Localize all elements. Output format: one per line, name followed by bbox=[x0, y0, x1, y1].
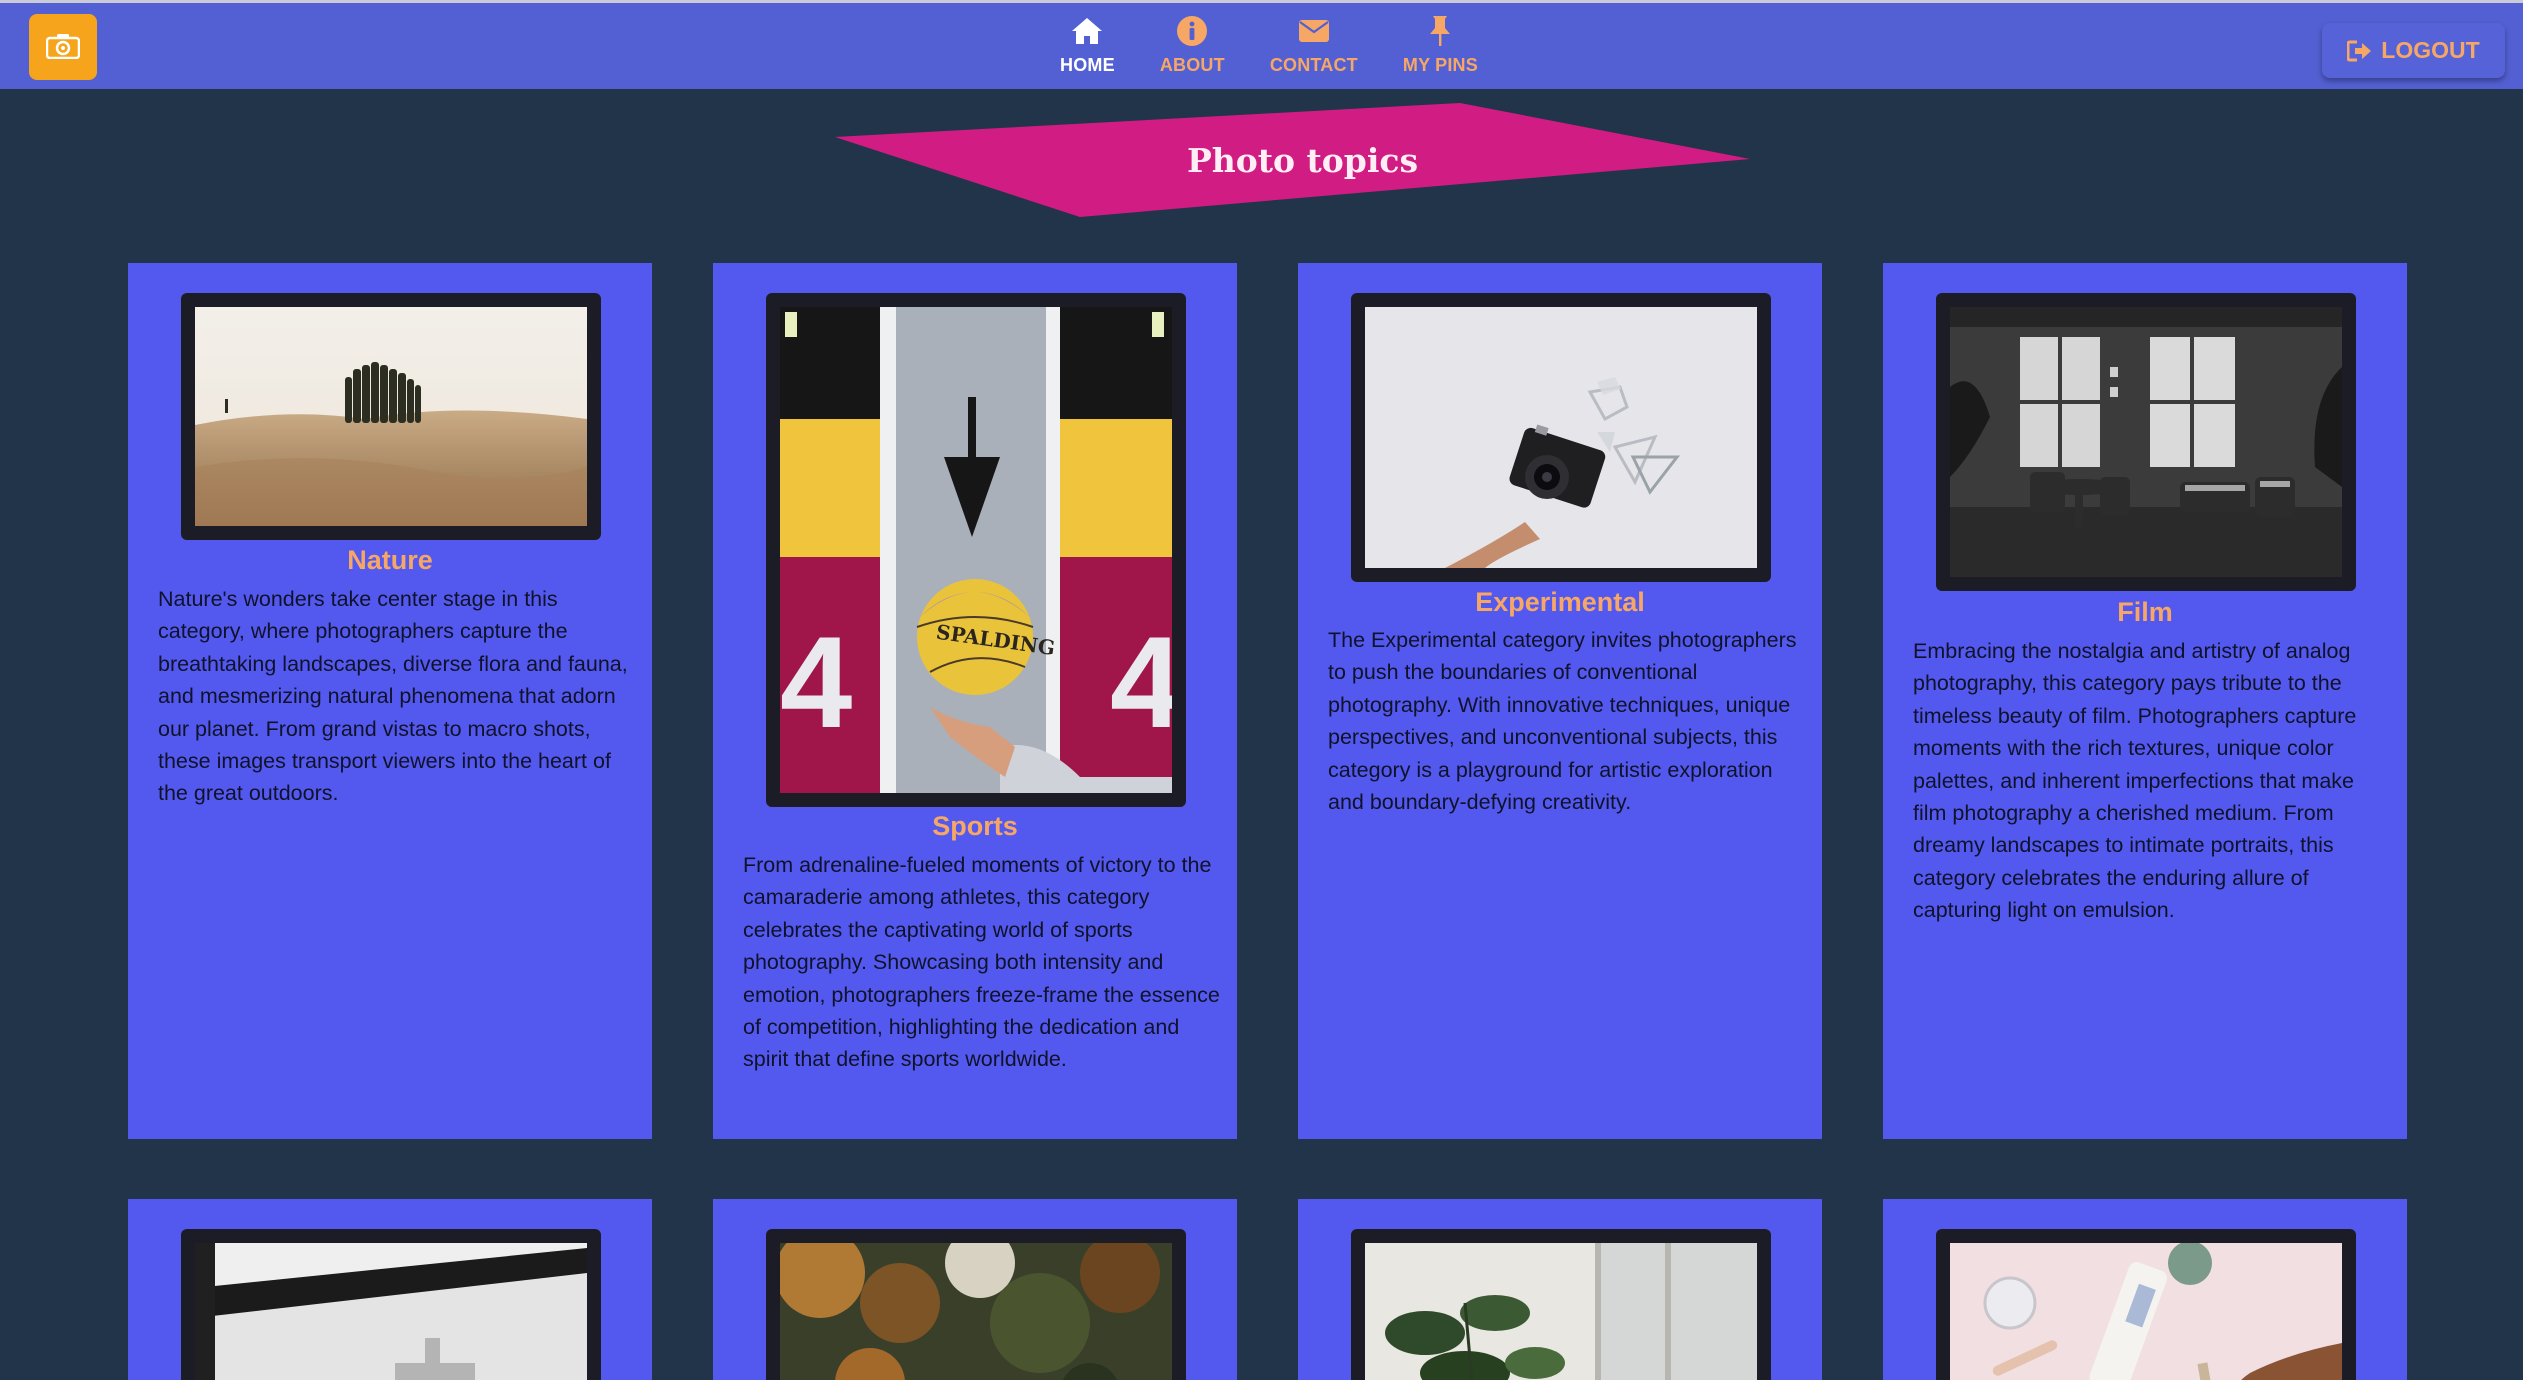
nav-my-pins-label: MY PINS bbox=[1402, 55, 1478, 75]
topic-photo[interactable] bbox=[1950, 1243, 2342, 1380]
topic-title: Sports bbox=[932, 811, 1018, 841]
topic-card[interactable] bbox=[1298, 1199, 1822, 1380]
topic-card[interactable] bbox=[128, 1199, 652, 1380]
topic-card[interactable] bbox=[1883, 1199, 2407, 1380]
topic-card-film[interactable]: Film Embracing the nostalgia and artistr… bbox=[1883, 263, 2407, 1139]
film-photo[interactable] bbox=[1950, 307, 2342, 577]
topic-card-nature[interactable]: Nature Nature's wonders take center stag… bbox=[128, 263, 652, 1139]
nav-about[interactable]: ABOUT bbox=[1160, 13, 1225, 85]
envelope-icon bbox=[1298, 20, 1329, 42]
topic-image-frame bbox=[766, 1229, 1186, 1380]
topic-image-frame bbox=[1936, 293, 2356, 591]
topic-card-experimental[interactable]: Experimental The Experimental category i… bbox=[1298, 263, 1822, 1139]
pin-icon bbox=[1430, 16, 1451, 46]
topic-photo[interactable] bbox=[780, 1243, 1172, 1380]
topic-image-frame bbox=[1936, 1229, 2356, 1380]
topic-image-frame bbox=[1351, 293, 1771, 582]
topic-description: Nature's wonders take center stage in th… bbox=[158, 587, 628, 806]
topic-photo[interactable] bbox=[195, 1243, 587, 1380]
topic-image-frame: 4 4 SPALDING bbox=[766, 293, 1186, 807]
topic-description: Embracing the nostalgia and artistry of … bbox=[1913, 639, 2357, 923]
nav-my-pins[interactable]: MY PINS bbox=[1403, 13, 1478, 85]
nature-photo[interactable] bbox=[195, 307, 587, 526]
topic-card[interactable] bbox=[713, 1199, 1237, 1380]
topic-title: Nature bbox=[347, 545, 433, 575]
logout-button[interactable]: LOGOUT bbox=[2322, 23, 2505, 78]
topic-image-frame bbox=[181, 293, 601, 540]
main-nav: HOME ABOUT CONTACT MY PINS bbox=[1060, 13, 1523, 85]
page-title: Photo topics bbox=[1186, 141, 1419, 180]
info-icon bbox=[1177, 16, 1208, 46]
topic-title: Experimental bbox=[1475, 587, 1645, 617]
topic-image-frame bbox=[181, 1229, 601, 1380]
nav-home-label: HOME bbox=[1060, 55, 1115, 75]
logout-label: LOGOUT bbox=[2381, 37, 2480, 63]
svg-text:4: 4 bbox=[1110, 609, 1172, 755]
nav-home[interactable]: HOME bbox=[1060, 13, 1115, 85]
sports-photo[interactable]: 4 4 SPALDING bbox=[780, 307, 1172, 793]
brand-logo[interactable] bbox=[29, 14, 97, 80]
camera-icon bbox=[46, 34, 80, 59]
navbar: HOME ABOUT CONTACT MY PINS LOGOUT bbox=[0, 3, 2523, 89]
nav-contact[interactable]: CONTACT bbox=[1270, 13, 1358, 85]
page-banner: Photo topics bbox=[835, 103, 1750, 218]
experimental-photo[interactable] bbox=[1365, 307, 1757, 568]
svg-text:4: 4 bbox=[780, 609, 852, 755]
nav-about-label: ABOUT bbox=[1159, 55, 1225, 75]
topic-photo[interactable] bbox=[1365, 1243, 1757, 1380]
nav-contact-label: CONTACT bbox=[1269, 55, 1358, 75]
topic-description: From adrenaline-fueled moments of victor… bbox=[743, 853, 1220, 1072]
topic-image-frame bbox=[1351, 1229, 1771, 1380]
topic-description: The Experimental category invites photog… bbox=[1328, 628, 1797, 815]
topic-title: Film bbox=[2117, 597, 2173, 627]
home-icon bbox=[1072, 18, 1103, 44]
sign-out-icon bbox=[2347, 40, 2372, 61]
topic-card-sports[interactable]: 4 4 SPALDING Sports From adrenaline-fuel… bbox=[713, 263, 1237, 1139]
